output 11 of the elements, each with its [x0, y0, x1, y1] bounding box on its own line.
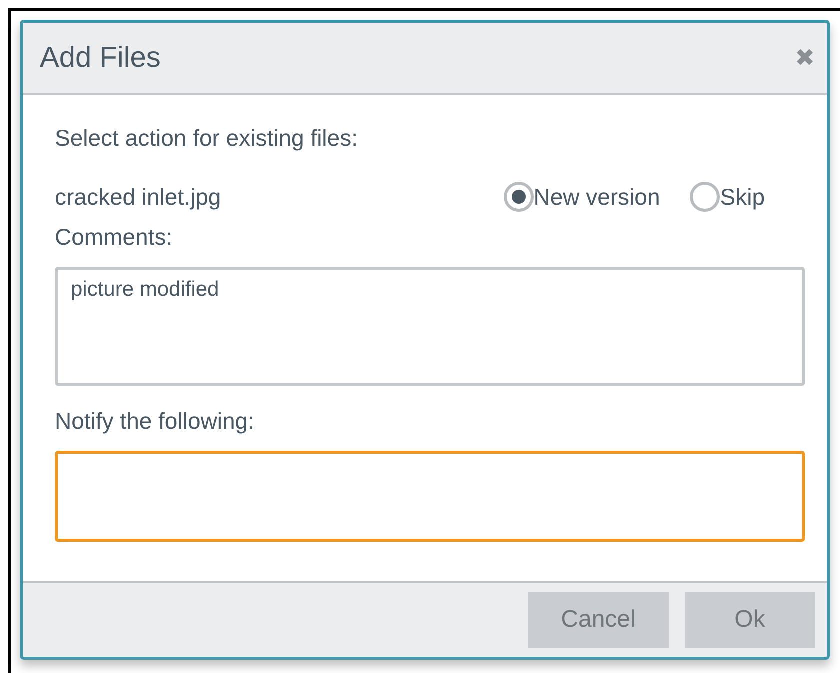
radio-icon[interactable] [690, 182, 720, 212]
file-name: cracked inlet.jpg [55, 184, 222, 210]
radio-icon[interactable] [504, 182, 534, 212]
notify-label: Notify the following: [55, 408, 256, 435]
radio-option[interactable]: New version [504, 182, 660, 212]
dialog-title: Add Files [40, 42, 161, 74]
radio-option[interactable]: Skip [690, 182, 765, 212]
comments-field[interactable]: picture modified [55, 267, 805, 386]
comments-label: Comments: [55, 224, 174, 251]
notify-field[interactable] [55, 451, 805, 542]
prompt-text: Select action for existing files: [55, 125, 359, 152]
